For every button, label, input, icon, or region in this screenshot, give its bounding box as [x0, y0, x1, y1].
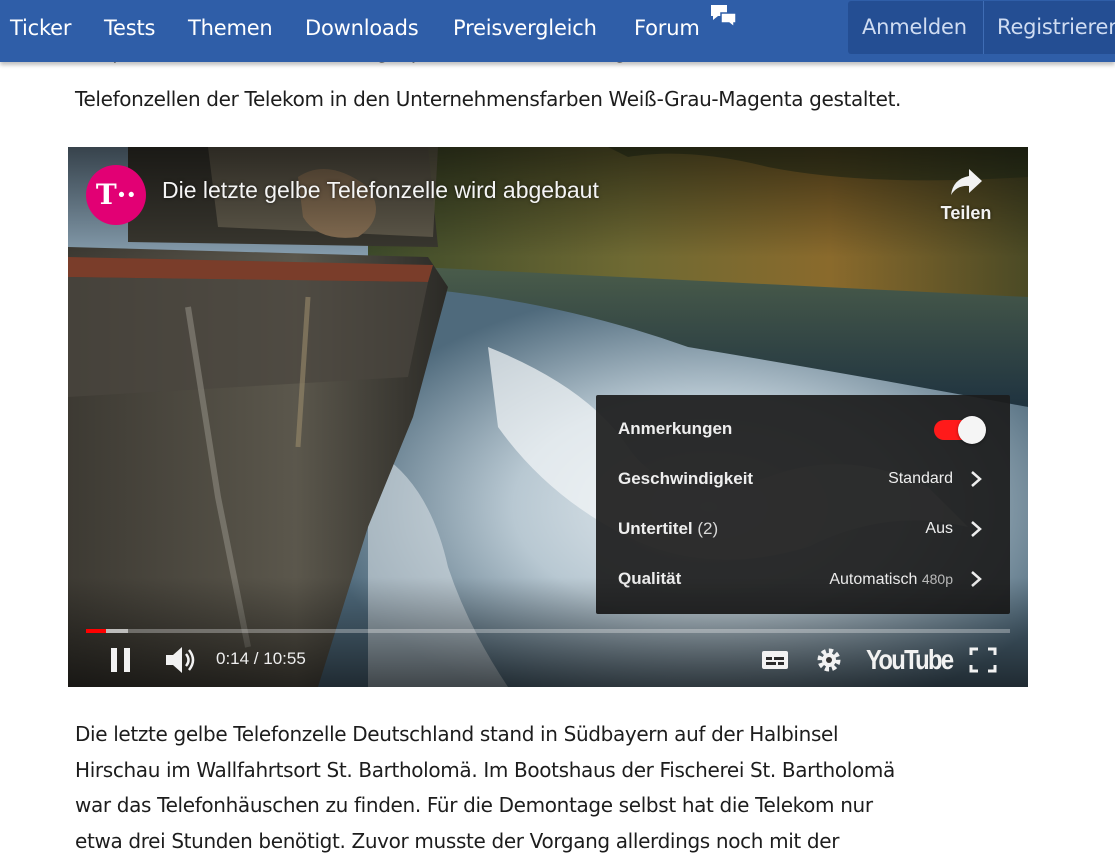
nav-item-preisvergleich[interactable]: Preisvergleich — [453, 0, 597, 56]
fullscreen-icon[interactable] — [968, 643, 998, 677]
nav-item-tests[interactable]: Tests — [104, 0, 155, 56]
video-title[interactable]: Die letzte gelbe Telefonzelle wird abgeb… — [162, 177, 599, 204]
progress-bar[interactable] — [86, 629, 1010, 633]
article-paragraph: Telefonzellen der Telekom in den Unterne… — [75, 82, 901, 117]
nav-item-themen[interactable]: Themen — [188, 0, 273, 56]
chevron-right-icon — [971, 521, 982, 537]
subtitles-count: (2) — [697, 519, 719, 538]
article-line: Die letzte gelbe Telefonzelle Deutschlan… — [75, 722, 839, 746]
article-paragraph: Die letzte gelbe Telefonzelle Deutschlan… — [75, 717, 895, 859]
subtitles-icon[interactable] — [760, 643, 790, 677]
menu-row-annotations[interactable]: Anmerkungen — [596, 404, 1010, 454]
toggle-knob — [958, 416, 986, 444]
nav-item-forum[interactable]: Forum — [634, 0, 700, 56]
menu-row-subtitles[interactable]: Untertitel (2) Aus — [596, 504, 1010, 554]
pause-icon[interactable] — [106, 643, 136, 677]
speed-value: Standard — [888, 470, 953, 487]
progress-played — [86, 629, 107, 633]
channel-logo[interactable]: T·· — [86, 165, 146, 225]
telekom-logo-icon: T·· — [95, 178, 137, 211]
share-arrow-icon — [951, 169, 982, 195]
article-line: Telefonzellen der Telekom in den Unterne… — [75, 87, 902, 111]
speed-label: Geschwindigkeit — [618, 469, 754, 488]
top-navigation: Ticker Tests Themen Downloads Preisvergl… — [0, 0, 1115, 62]
volume-icon[interactable] — [163, 643, 197, 677]
youtube-logo[interactable]: YouTube — [866, 643, 954, 677]
nav-item-downloads[interactable]: Downloads — [305, 0, 419, 56]
login-link[interactable]: Anmelden — [862, 1, 967, 54]
register-link[interactable]: Registrieren — [997, 1, 1115, 54]
annotations-toggle[interactable] — [934, 414, 986, 444]
time-display: 0:14 / 10:55 — [216, 649, 306, 668]
share-button[interactable]: Teilen — [928, 167, 1004, 241]
auth-divider — [983, 1, 984, 54]
gear-icon[interactable] — [813, 643, 845, 677]
subtitles-value: Aus — [925, 520, 953, 537]
chat-bubbles-icon — [711, 5, 737, 29]
subtitles-label: Untertitel (2) — [618, 519, 719, 538]
chevron-right-icon — [971, 471, 982, 487]
share-label: Teilen — [940, 203, 992, 223]
article-line: etwa drei Stunden benötigt. Zuvor musste… — [75, 828, 840, 853]
nav-item-ticker[interactable]: Ticker — [10, 0, 72, 56]
article-line: war das Telefonhäuschen zu finden. Für d… — [75, 793, 873, 817]
menu-row-speed[interactable]: Geschwindigkeit Standard — [596, 454, 1010, 504]
video-player[interactable]: T·· Die letzte gelbe Telefonzelle wird a… — [68, 147, 1028, 687]
annotations-label: Anmerkungen — [618, 419, 733, 438]
article-line: Hirschau im Wallfahrtsort St. Bartholomä… — [75, 757, 895, 782]
